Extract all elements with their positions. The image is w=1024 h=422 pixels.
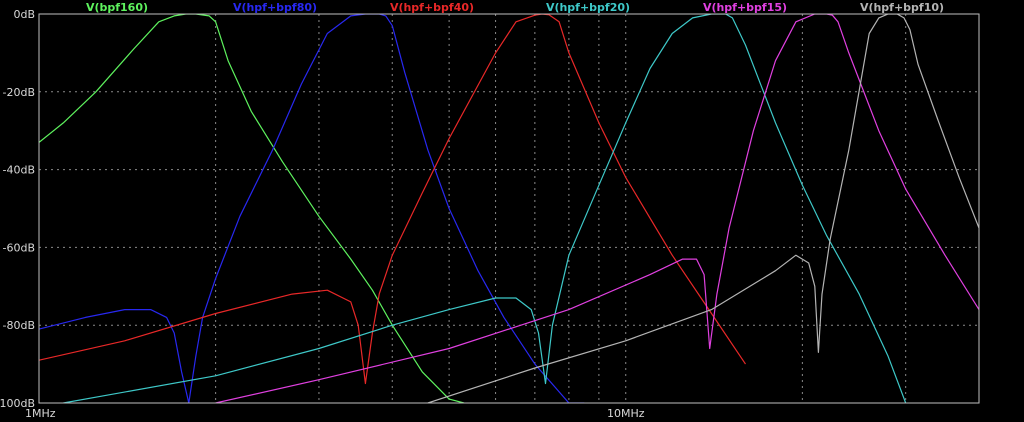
legend-entry: V(bpf160) [86, 1, 148, 14]
y-tick-label: -80dB [3, 319, 36, 332]
legend-entry: V(hpf+bpf10) [860, 1, 944, 14]
legend-entry: V(hpf+bpf20) [546, 1, 630, 14]
y-tick-label: -20dB [3, 86, 36, 99]
y-tick-label: -60dB [3, 241, 36, 254]
bode-plot: 0dB-20dB-40dB-60dB-80dB-100dB 1MHz10MHz … [0, 0, 1024, 422]
legend-entry: V(hpf+bpf40) [390, 1, 474, 14]
y-tick-label: 0dB [13, 8, 35, 21]
x-tick-label: 1MHz [25, 407, 56, 420]
legend-entry: V(hpf+bpf80) [233, 1, 317, 14]
legend-entry: V(hpf+bpf15) [703, 1, 787, 14]
x-tick-label: 10MHz [607, 407, 645, 420]
plot-background [0, 0, 1024, 422]
y-tick-label: -40dB [3, 164, 36, 177]
